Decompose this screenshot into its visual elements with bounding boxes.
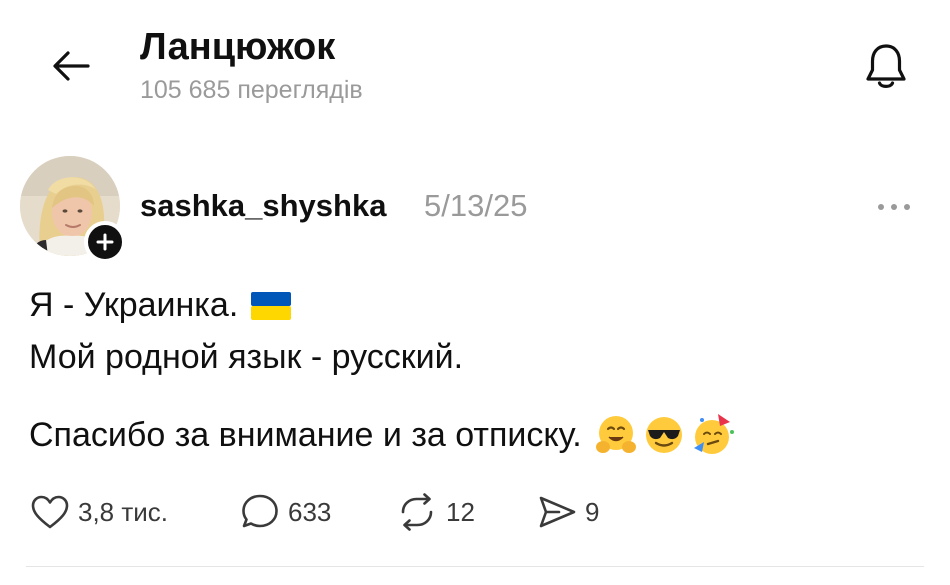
more-options-button[interactable] xyxy=(872,190,916,224)
partying-face-emoji xyxy=(693,414,734,454)
sunglasses-face-emoji xyxy=(645,417,682,453)
heart-icon xyxy=(31,495,69,529)
post-date: 5/13/25 xyxy=(424,188,528,223)
post-author-username[interactable]: sashka_shyshka xyxy=(140,188,386,224)
post-text: Спасибо за внимание и за отписку. xyxy=(29,415,582,454)
post-divider xyxy=(26,566,924,567)
post-text: Я - Украинка. xyxy=(29,286,239,324)
post-text: Мой родной язык - русский. xyxy=(29,338,464,376)
thread-page: Ланцюжок 105 685 переглядів sashka_shysh… xyxy=(0,0,950,585)
arrow-left-icon xyxy=(53,51,90,81)
post-text-line: Я - Украинка. xyxy=(29,286,292,325)
share-count: 9 xyxy=(585,496,600,527)
reply-button[interactable]: 633 xyxy=(240,492,331,532)
plus-icon xyxy=(96,233,114,251)
follow-button[interactable] xyxy=(84,221,126,263)
like-count: 3,8 тис. xyxy=(78,496,169,527)
hugging-face-emoji xyxy=(595,416,636,453)
repost-button[interactable]: 12 xyxy=(396,492,475,532)
repost-icon xyxy=(401,493,433,531)
ukraine-flag-emoji xyxy=(251,291,292,320)
send-icon xyxy=(539,496,576,528)
page-title: Ланцюжок xyxy=(140,26,336,68)
comment-icon xyxy=(242,494,278,528)
like-button[interactable]: 3,8 тис. xyxy=(30,492,168,532)
ellipsis-icon xyxy=(878,204,910,210)
view-count: 105 685 переглядів xyxy=(140,76,363,104)
share-button[interactable]: 9 xyxy=(537,492,599,532)
post-text-line: Спасибо за внимание и за отписку. xyxy=(29,412,736,458)
back-button[interactable] xyxy=(44,40,96,92)
notification-button[interactable] xyxy=(858,38,914,94)
bell-icon xyxy=(866,44,906,88)
post-text-line: Мой родной язык - русский. xyxy=(29,338,463,377)
reply-count: 633 xyxy=(288,496,332,527)
repost-count: 12 xyxy=(446,496,475,527)
